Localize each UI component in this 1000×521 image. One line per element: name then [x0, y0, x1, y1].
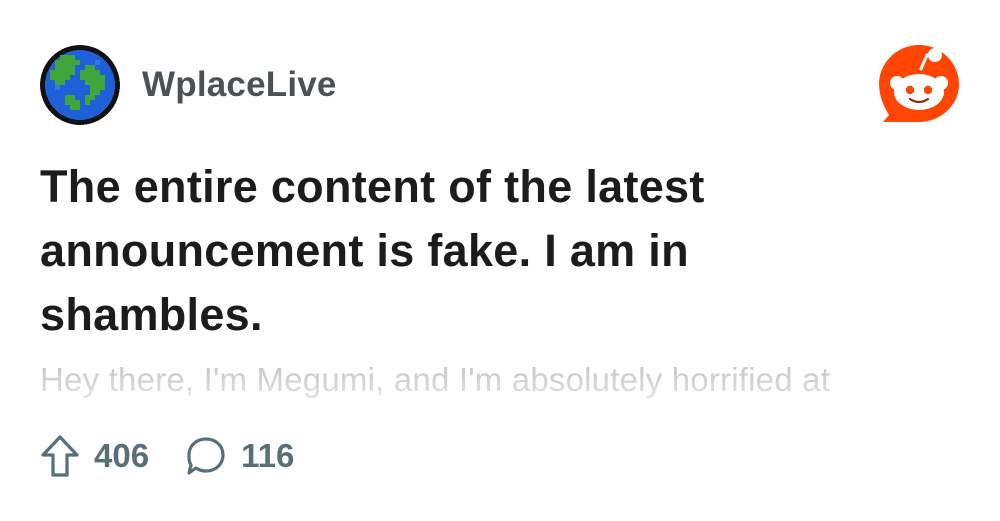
post-header: WplaceLive — [40, 45, 337, 125]
post-card[interactable]: WplaceLive The entire content of the lat… — [0, 0, 1000, 521]
upvote-count: 406 — [94, 437, 150, 474]
comments-button[interactable]: 116 — [185, 435, 294, 477]
upvote-arrow-icon — [41, 435, 79, 477]
reddit-snoo-icon — [875, 42, 963, 128]
upvote-button[interactable]: 406 — [40, 434, 149, 478]
post-preview-text: Hey there, I'm Megumi, and I'm absolutel… — [40, 361, 831, 398]
comment-count: 116 — [241, 437, 295, 474]
post-stats: 406 116 — [40, 432, 294, 480]
post-title[interactable]: The entire content of the latest announc… — [40, 155, 840, 347]
subreddit-name[interactable]: WplaceLive — [142, 65, 337, 105]
comment-bubble-icon — [187, 437, 225, 475]
post-preview: Hey there, I'm Megumi, and I'm absolutel… — [40, 355, 980, 405]
pixel-globe-icon[interactable] — [40, 45, 120, 125]
